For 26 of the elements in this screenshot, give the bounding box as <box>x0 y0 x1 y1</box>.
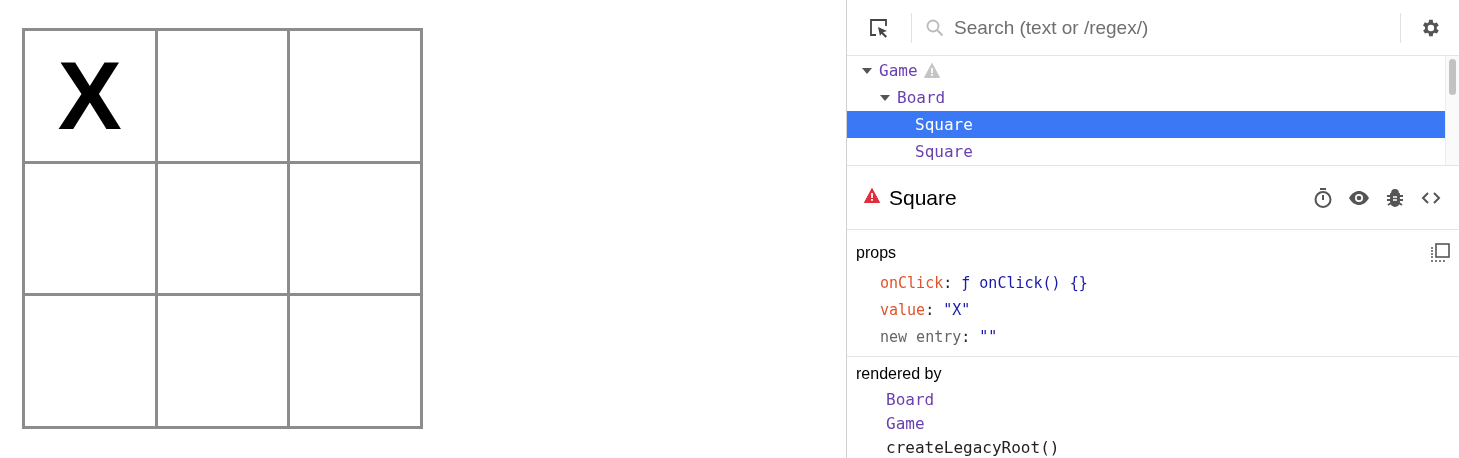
board-square[interactable] <box>290 163 421 294</box>
tree-item[interactable]: Game <box>847 57 1445 84</box>
debug-button[interactable] <box>1384 186 1406 209</box>
timer-button[interactable] <box>1312 186 1334 209</box>
section-title: rendered by <box>856 365 942 383</box>
bug-icon <box>1384 186 1406 209</box>
copy-button[interactable] <box>1430 243 1450 263</box>
tree-item[interactable]: Board <box>847 84 1445 111</box>
component-name: Square <box>889 185 958 210</box>
owner-link[interactable]: Board <box>856 387 1450 411</box>
prop-row[interactable]: value: "X" <box>856 296 1450 323</box>
board-square[interactable] <box>157 163 288 294</box>
copy-icon <box>1430 243 1450 263</box>
board-square[interactable]: X <box>25 31 155 161</box>
prop-row[interactable]: new entry: "" <box>856 323 1450 350</box>
stopwatch-icon <box>1312 186 1334 209</box>
prop-row[interactable]: onClick: ƒ onClick() {} <box>856 269 1450 296</box>
section-title: props <box>856 244 897 262</box>
search-field[interactable]: Search (text or /regex/) <box>954 16 1400 39</box>
search-icon <box>926 18 944 37</box>
owner-text: createLegacyRoot() <box>885 436 1061 458</box>
board-square[interactable] <box>157 296 288 427</box>
scrollbar[interactable] <box>1445 56 1459 165</box>
tree-item[interactable]: Square <box>847 111 1445 138</box>
tree-item[interactable]: Square <box>847 138 1445 165</box>
owner-link[interactable]: Game <box>856 411 1450 435</box>
